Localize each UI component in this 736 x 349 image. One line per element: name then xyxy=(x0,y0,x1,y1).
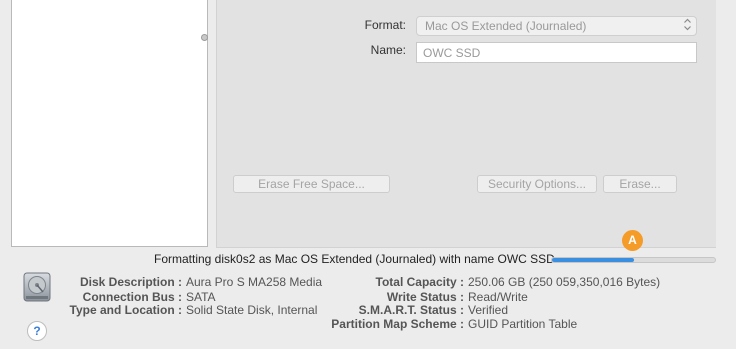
annotation-badge: A xyxy=(622,230,643,251)
erase-free-space-button[interactable]: Erase Free Space... xyxy=(233,175,390,193)
name-label: Name: xyxy=(370,43,406,57)
format-popup-value: Mac OS Extended (Journaled) xyxy=(425,19,587,33)
format-label: Format: xyxy=(364,18,406,32)
splitter-handle[interactable] xyxy=(201,34,208,41)
info-value-type-location: Solid State Disk, Internal xyxy=(186,303,318,317)
info-value-partition-map: GUID Partition Table xyxy=(468,317,578,331)
progress-bar-fill xyxy=(552,258,634,262)
erase-button[interactable]: Erase... xyxy=(603,175,677,193)
info-label-smart-status: S.M.A.R.T. Status : xyxy=(358,303,464,317)
progress-status-text: Formatting disk0s2 as Mac OS Extended (J… xyxy=(154,252,555,266)
help-button[interactable]: ? xyxy=(27,321,47,341)
popup-arrows-icon xyxy=(684,17,691,31)
info-label-write-status: Write Status : xyxy=(386,290,464,304)
info-value-write-status: Read/Write xyxy=(468,290,528,304)
security-options-button[interactable]: Security Options... xyxy=(477,175,597,193)
info-value-smart-status: Verified xyxy=(468,303,509,317)
disk-list-pane[interactable] xyxy=(11,0,208,247)
info-label-partition-map: Partition Map Scheme : xyxy=(331,317,464,331)
erase-pane xyxy=(216,0,716,248)
progress-bar xyxy=(551,257,716,263)
internal-disk-icon xyxy=(20,272,54,304)
info-label-total-capacity: Total Capacity : xyxy=(375,275,464,289)
info-value-connection-bus: SATA xyxy=(186,290,216,304)
info-value-total-capacity: 250.06 GB (250 059,350,016 Bytes) xyxy=(468,275,661,289)
info-label-type-location: Type and Location : xyxy=(69,303,182,317)
format-popup[interactable]: Mac OS Extended (Journaled) xyxy=(416,16,697,36)
name-field[interactable]: OWC SSD xyxy=(416,42,697,63)
info-label-disk-description: Disk Description : xyxy=(79,275,182,289)
info-label-connection-bus: Connection Bus : xyxy=(82,290,182,304)
